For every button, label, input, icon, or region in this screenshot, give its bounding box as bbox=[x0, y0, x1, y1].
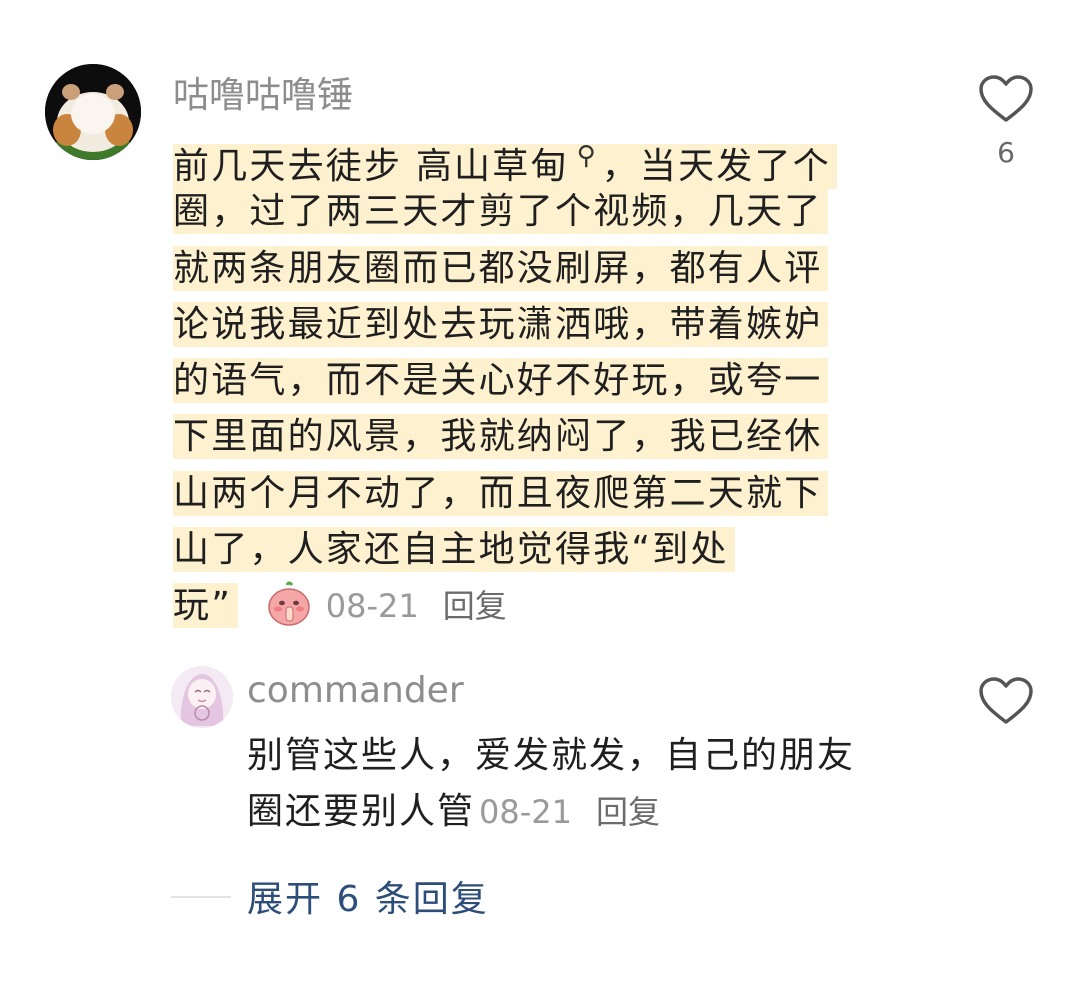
avatar[interactable] bbox=[171, 666, 233, 728]
comment-line: ，当天发了个 bbox=[601, 144, 837, 189]
like-button[interactable] bbox=[976, 676, 1036, 730]
avatar-image bbox=[171, 666, 233, 728]
avatar[interactable] bbox=[45, 64, 141, 160]
heart-icon bbox=[979, 75, 1033, 122]
comment-time: 08-21 bbox=[479, 793, 572, 831]
comment-line: 的语气，而不是关心好不好玩，或夸一 bbox=[173, 358, 829, 404]
like-count: 6 bbox=[997, 136, 1015, 169]
reply-line: 圈还要别人管 bbox=[247, 791, 476, 832]
reply-button[interactable]: 回复 bbox=[596, 793, 660, 831]
reply-text: 别管这些人，爱发就发，自己的朋友 圈还要别人管 08-21 回复 bbox=[247, 728, 937, 840]
comment-line: 山两个月不动了，而且夜爬第二天就下 bbox=[173, 470, 829, 516]
comment-line: 圈，过了两三天才剪了个视频，几天了 bbox=[173, 189, 829, 235]
comment-line: 玩” bbox=[173, 583, 239, 629]
search-icon[interactable]: ⚲ bbox=[577, 128, 596, 184]
username[interactable]: commander bbox=[247, 670, 464, 711]
comment-line: 论说我最近到处去玩潇洒哦，带着嫉妒 bbox=[173, 301, 829, 347]
comment-text: 前几天去徒步 高山草甸 ⚲ ，当天发了个 圈，过了两三天才剪了个视频，几天了 就两条… bbox=[173, 128, 893, 635]
comment-line: 下里面的风景，我就纳闷了，我已经休 bbox=[173, 414, 829, 460]
avatar-image bbox=[45, 64, 141, 160]
like-button[interactable]: 6 bbox=[976, 74, 1036, 169]
reply-button[interactable]: 回复 bbox=[443, 587, 507, 625]
heart-icon bbox=[979, 677, 1033, 724]
username[interactable]: 咕噜咕噜锤 bbox=[173, 66, 353, 118]
comment-line: 就两条朋友圈而已都没刷屏，都有人评 bbox=[173, 245, 829, 291]
reply-line: 别管这些人，爱发就发，自己的朋友 bbox=[247, 735, 856, 776]
shush-emoji-icon bbox=[267, 581, 310, 627]
expand-replies-button[interactable]: 展开 6 条回复 bbox=[247, 870, 489, 922]
comment-line: 前几天去徒步 高山草甸 bbox=[173, 144, 575, 189]
comment-line: 山了，人家还自主地觉得我“到处 bbox=[173, 527, 735, 573]
comment-time: 08-21 bbox=[325, 587, 419, 626]
divider bbox=[171, 896, 231, 898]
